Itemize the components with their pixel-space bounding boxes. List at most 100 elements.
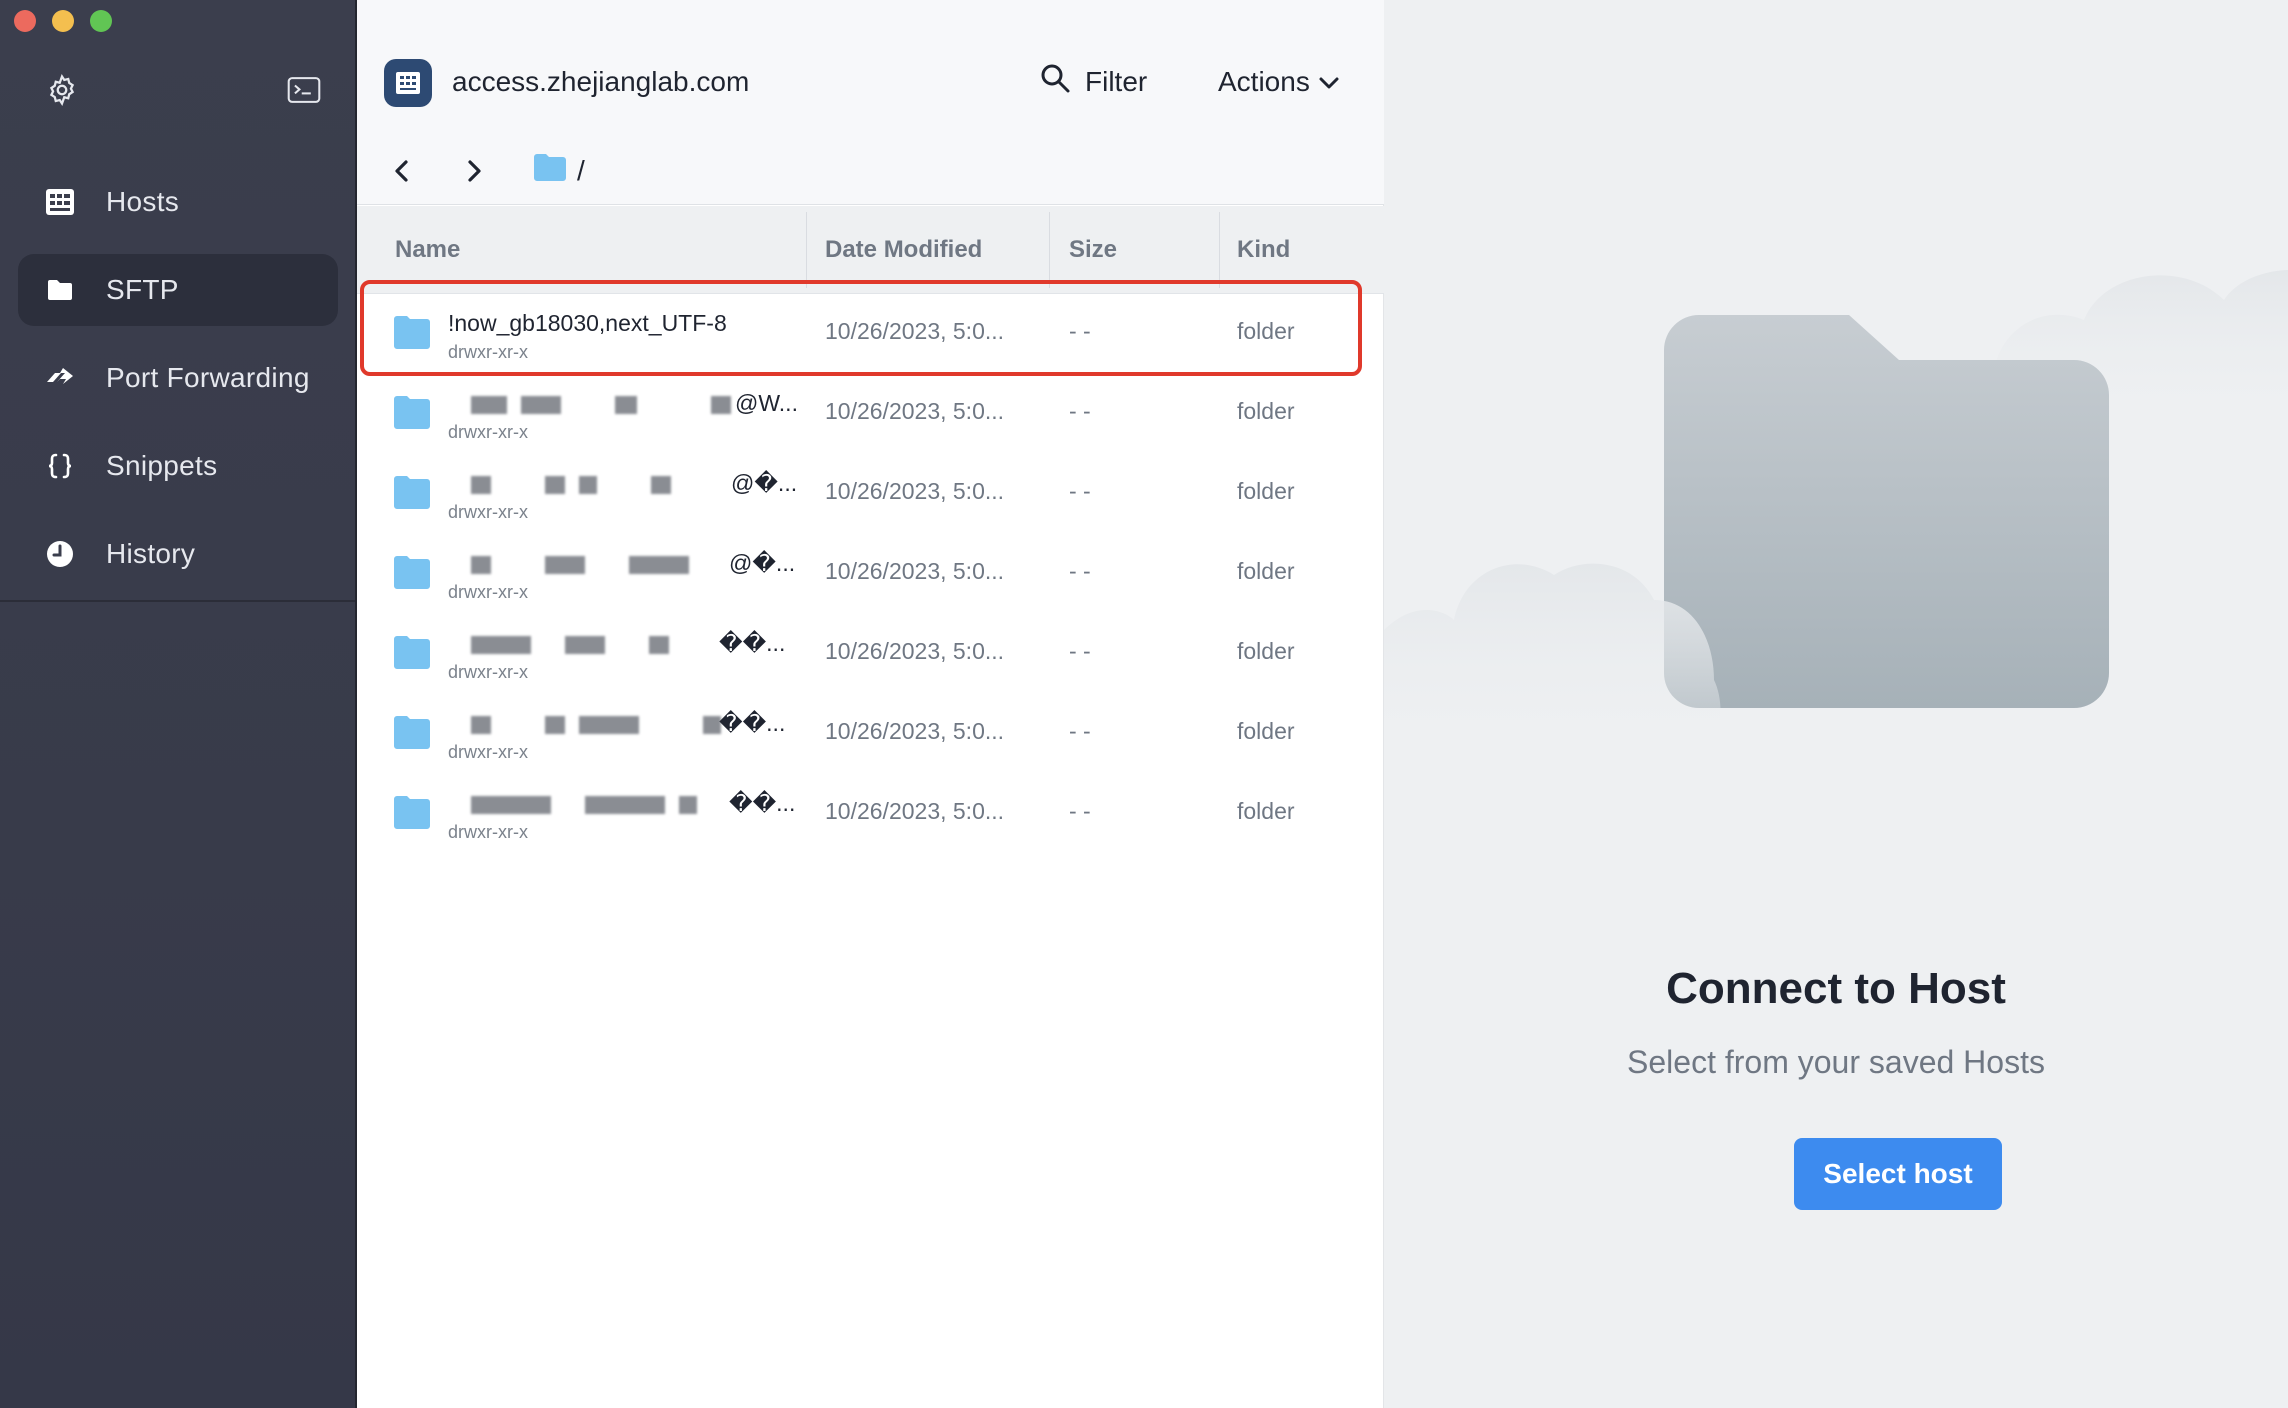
forward-arrow-icon[interactable]	[459, 156, 489, 186]
host-server-icon	[384, 59, 432, 107]
file-size: - -	[1069, 558, 1091, 584]
zoom-window-button[interactable]	[90, 10, 112, 32]
filter-button[interactable]: Filter	[1039, 62, 1147, 101]
hosts-icon	[44, 186, 76, 218]
port-forward-icon	[44, 362, 76, 394]
sidebar: Hosts SFTP Port Forwarding Snippets Hist…	[0, 0, 357, 1408]
connect-panel: Connect to Host Select from your saved H…	[1384, 0, 2288, 1408]
file-name: @�...	[731, 470, 798, 496]
file-kind: folder	[1237, 798, 1295, 824]
column-header-kind[interactable]: Kind	[1237, 206, 1290, 294]
file-permissions: drwxr-xr-x	[448, 342, 528, 362]
filter-label: Filter	[1085, 65, 1148, 97]
file-size: - -	[1069, 318, 1091, 344]
actions-label: Actions	[1218, 66, 1310, 97]
file-name: ��...	[719, 710, 786, 736]
connect-subtitle: Select from your saved Hosts	[1627, 1044, 2045, 1080]
back-arrow-icon[interactable]	[387, 156, 417, 186]
panel-header: access.zhejianglab.com Filter Actions /	[357, 0, 1384, 205]
file-size: - -	[1069, 638, 1091, 664]
redacted-name	[471, 636, 669, 654]
column-header-size[interactable]: Size	[1069, 206, 1117, 294]
table-row[interactable]: ��... drwxr-xr-x 10/26/2023, 5:0... - - …	[357, 614, 1384, 694]
sidebar-item-sftp[interactable]: SFTP	[18, 254, 338, 326]
sidebar-item-label: Port Forwarding	[106, 362, 310, 393]
table-row[interactable]: ��... drwxr-xr-x 10/26/2023, 5:0... - - …	[357, 694, 1384, 774]
folder-icon	[393, 554, 431, 595]
breadcrumb-path: /	[577, 154, 585, 186]
sidebar-item-history[interactable]: History	[18, 518, 338, 590]
table-row[interactable]: ��... drwxr-xr-x 10/26/2023, 5:0... - - …	[357, 774, 1384, 854]
braces-icon	[44, 450, 76, 482]
sidebar-nav: Hosts SFTP Port Forwarding Snippets Hist…	[18, 166, 338, 606]
sftp-panel: access.zhejianglab.com Filter Actions / …	[357, 0, 1384, 1408]
column-divider[interactable]	[1049, 212, 1050, 288]
column-divider[interactable]	[1219, 212, 1220, 288]
file-name: ��...	[719, 630, 786, 656]
sidebar-item-hosts[interactable]: Hosts	[18, 166, 338, 238]
host-name: access.zhejianglab.com	[452, 66, 750, 97]
table-row[interactable]: !now_gb18030,next_UTF-8 drwxr-xr-x 10/26…	[357, 280, 1384, 376]
file-permissions: drwxr-xr-x	[448, 502, 528, 522]
sidebar-divider	[0, 600, 355, 602]
file-date: 10/26/2023, 5:0...	[825, 718, 1005, 744]
redacted-name	[471, 556, 689, 574]
file-permissions: drwxr-xr-x	[448, 582, 528, 602]
file-date: 10/26/2023, 5:0...	[825, 798, 1005, 824]
file-kind: folder	[1237, 718, 1295, 744]
file-date: 10/26/2023, 5:0...	[825, 318, 1005, 344]
sidebar-item-label: History	[106, 538, 196, 569]
file-date: 10/26/2023, 5:0...	[825, 478, 1005, 504]
sidebar-item-label: SFTP	[106, 274, 179, 305]
terminal-icon[interactable]	[286, 72, 322, 108]
table-row[interactable]: @W... drwxr-xr-x 10/26/2023, 5:0... - - …	[357, 374, 1384, 454]
file-size: - -	[1069, 478, 1091, 504]
close-window-button[interactable]	[14, 10, 36, 32]
folder-icon	[393, 474, 431, 515]
column-divider[interactable]	[806, 212, 807, 288]
file-permissions: drwxr-xr-x	[448, 422, 528, 442]
search-icon	[1039, 62, 1071, 101]
file-permissions: drwxr-xr-x	[448, 822, 528, 842]
folder-icon	[44, 274, 76, 306]
file-name: @�...	[729, 550, 796, 576]
sidebar-item-snippets[interactable]: Snippets	[18, 430, 338, 502]
column-header-date[interactable]: Date Modified	[825, 206, 982, 294]
table-row[interactable]: @�... drwxr-xr-x 10/26/2023, 5:0... - - …	[357, 454, 1384, 534]
breadcrumb[interactable]: /	[533, 152, 585, 189]
file-kind: folder	[1237, 318, 1295, 344]
redacted-name	[471, 796, 697, 814]
folder-icon	[393, 394, 431, 435]
folder-icon	[393, 714, 431, 755]
table-header: Name Date Modified Size Kind	[357, 206, 1384, 294]
sidebar-item-label: Hosts	[106, 186, 180, 217]
connect-title: Connect to Host	[1666, 964, 2006, 1013]
redacted-name	[471, 476, 671, 494]
table-row[interactable]: @�... drwxr-xr-x 10/26/2023, 5:0... - - …	[357, 534, 1384, 614]
file-date: 10/26/2023, 5:0...	[825, 398, 1005, 424]
folder-icon	[393, 794, 431, 835]
file-date: 10/26/2023, 5:0...	[825, 638, 1005, 664]
column-header-name[interactable]: Name	[395, 206, 460, 294]
file-kind: folder	[1237, 398, 1295, 424]
file-list: !now_gb18030,next_UTF-8 drwxr-xr-x 10/26…	[357, 280, 1384, 854]
sidebar-item-port-forwarding[interactable]: Port Forwarding	[18, 342, 338, 414]
settings-gear-icon[interactable]	[44, 72, 80, 108]
folder-cloud-illustration	[1384, 270, 2288, 750]
select-host-button[interactable]: Select host	[1794, 1138, 2002, 1210]
chevron-down-icon	[1318, 66, 1340, 98]
file-name: ��...	[729, 790, 796, 816]
file-size: - -	[1069, 398, 1091, 424]
folder-icon	[393, 314, 431, 355]
clock-icon	[44, 538, 76, 570]
file-date: 10/26/2023, 5:0...	[825, 558, 1005, 584]
sidebar-item-label: Snippets	[106, 450, 218, 481]
redacted-name	[471, 396, 731, 414]
actions-menu-button[interactable]: Actions	[1218, 66, 1340, 98]
file-size: - -	[1069, 718, 1091, 744]
minimize-window-button[interactable]	[52, 10, 74, 32]
file-kind: folder	[1237, 558, 1295, 584]
file-permissions: drwxr-xr-x	[448, 662, 528, 682]
file-permissions: drwxr-xr-x	[448, 742, 528, 762]
file-kind: folder	[1237, 478, 1295, 504]
